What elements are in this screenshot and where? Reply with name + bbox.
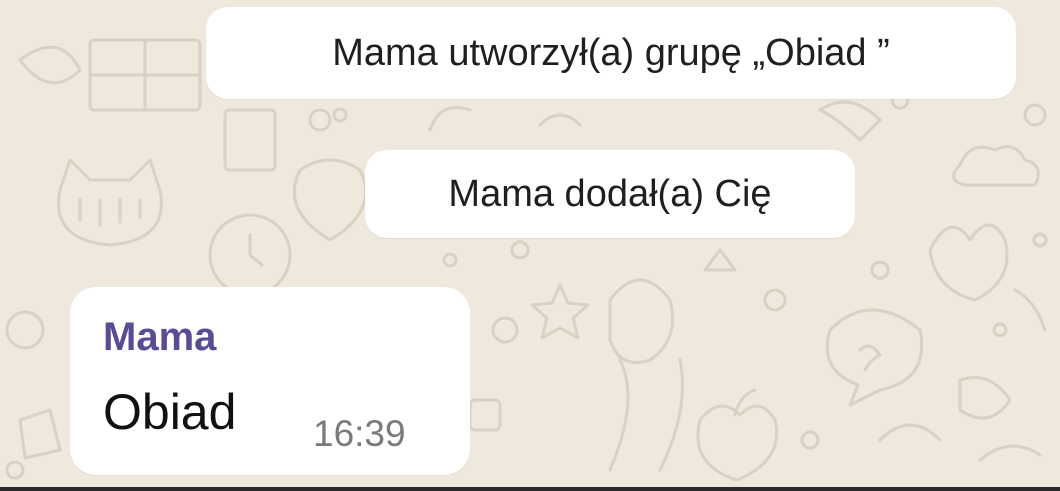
- system-message-text: Mama utworzył(a) grupę „Obiad ”: [332, 31, 890, 74]
- incoming-message-bubble[interactable]: Mama Obiad 16:39: [70, 287, 470, 475]
- chat-area: Mama utworzył(a) grupę „Obiad ” Mama dod…: [0, 0, 1060, 491]
- doodle-star-icon: [530, 283, 590, 340]
- message-timestamp: 16:39: [313, 413, 406, 454]
- doodle-cloud-icon: [952, 145, 1040, 187]
- system-message-added-you: Mama dodał(a) Cię: [365, 150, 855, 238]
- doodle-cat-icon: [57, 158, 163, 247]
- doodle-person-icon: [608, 278, 674, 364]
- system-message-text: Mama dodał(a) Cię: [448, 172, 772, 215]
- doodle-hand-icon: [928, 223, 1009, 302]
- system-message-group-created: Mama utworzył(a) grupę „Obiad ”: [206, 7, 1016, 99]
- message-sender-name[interactable]: Mama: [103, 315, 216, 360]
- doodle-leaf-icon: [18, 45, 82, 85]
- doodle-apple-icon: [696, 404, 779, 482]
- message-text: Obiad: [103, 384, 237, 440]
- bottom-divider: [0, 487, 1060, 491]
